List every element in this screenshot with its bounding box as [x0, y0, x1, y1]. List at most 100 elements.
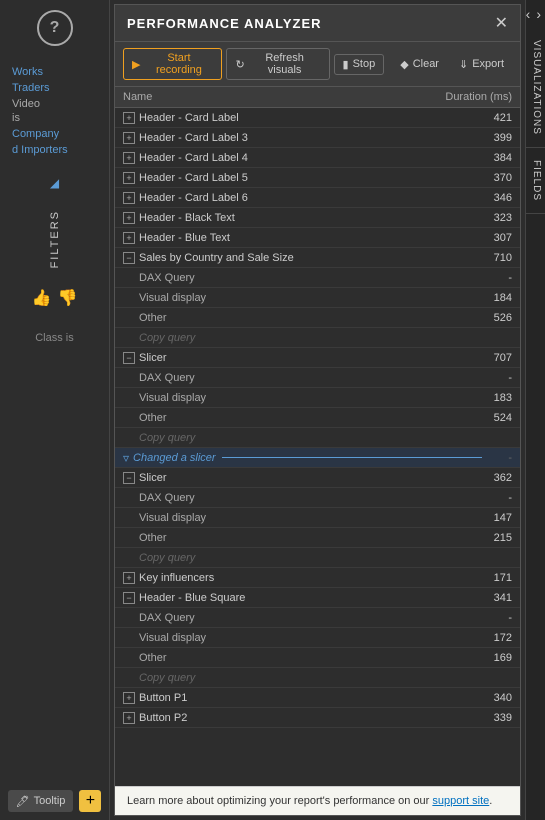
thumbs-up-icon[interactable]: 👍: [32, 288, 52, 308]
main-panel: Performance Analyzer ✕ ▶ Start recording…: [110, 0, 525, 820]
expand-icon[interactable]: +: [123, 212, 135, 224]
table-row[interactable]: − Sales by Country and Sale Size 710: [115, 248, 520, 268]
expand-icon[interactable]: −: [123, 592, 135, 604]
expand-icon[interactable]: +: [123, 232, 135, 244]
tab-fields[interactable]: FIELDS: [526, 148, 545, 214]
table-row[interactable]: + Header - Black Text 323: [115, 208, 520, 228]
thumbs-down-icon[interactable]: 👎: [58, 288, 78, 308]
stop-label: Stop: [353, 58, 376, 70]
sidebar-nav-company[interactable]: Company: [12, 128, 97, 140]
table-row[interactable]: + Header - Card Label 4 384: [115, 148, 520, 168]
expand-icon[interactable]: +: [123, 692, 135, 704]
sub-row[interactable]: Visual display 172: [115, 628, 520, 648]
row-name-text: Header - Blue Square: [139, 592, 245, 604]
table-row[interactable]: + Header - Blue Text 307: [115, 228, 520, 248]
row-name-text: Copy query: [123, 332, 195, 344]
stop-icon: ▮: [343, 58, 349, 71]
tooltip-button[interactable]: 🖊 Tooltip: [8, 790, 74, 812]
row-name-text: Header - Card Label 4: [139, 152, 248, 164]
sidebar-nav-traders[interactable]: Traders: [12, 82, 97, 94]
sub-row[interactable]: Copy query: [115, 668, 520, 688]
table-row[interactable]: + Button P1 340: [115, 688, 520, 708]
sub-row[interactable]: DAX Query -: [115, 268, 520, 288]
sub-row[interactable]: Other 526: [115, 308, 520, 328]
table-row[interactable]: + Header - Card Label 6 346: [115, 188, 520, 208]
table-row[interactable]: − Header - Blue Square 341: [115, 588, 520, 608]
expand-icon[interactable]: +: [123, 152, 135, 164]
expand-icon[interactable]: −: [123, 472, 135, 484]
row-name-container: DAX Query: [123, 272, 462, 284]
refresh-visuals-button[interactable]: ↻ Refresh visuals: [226, 48, 329, 80]
expand-icon[interactable]: +: [123, 192, 135, 204]
sub-row[interactable]: Copy query: [115, 328, 520, 348]
expand-icon[interactable]: +: [123, 132, 135, 144]
row-name-text: Copy query: [123, 672, 195, 684]
sidebar-nav-importers[interactable]: d Importers: [12, 144, 97, 156]
filters-label: FILTERS: [49, 210, 61, 268]
row-duration: 171: [462, 572, 512, 584]
row-name-container: Copy query: [123, 332, 462, 344]
row-name-text: Header - Card Label 6: [139, 192, 248, 204]
performance-table[interactable]: + Header - Card Label 421 + Header - Car…: [115, 108, 520, 786]
export-button[interactable]: ⇓ Export: [451, 55, 512, 74]
row-name-text: Header - Card Label 3: [139, 132, 248, 144]
sub-row[interactable]: Other 169: [115, 648, 520, 668]
start-recording-button[interactable]: ▶ Start recording: [123, 48, 222, 80]
row-name-text: Visual display: [123, 292, 206, 304]
sub-row[interactable]: Visual display 183: [115, 388, 520, 408]
sub-row[interactable]: DAX Query -: [115, 608, 520, 628]
close-button[interactable]: ✕: [495, 13, 508, 33]
row-duration: 172: [462, 632, 512, 644]
expand-icon[interactable]: −: [123, 252, 135, 264]
tooltip-icon: 🖊: [16, 795, 30, 808]
row-name-container: + Header - Card Label 3: [123, 132, 462, 144]
row-duration: 384: [462, 152, 512, 164]
expand-icon[interactable]: −: [123, 352, 135, 364]
help-icon[interactable]: ?: [37, 10, 73, 46]
footer-text: Learn more about optimizing your report'…: [127, 795, 429, 807]
row-name-container: Copy query: [123, 432, 462, 444]
sub-row[interactable]: Other 215: [115, 528, 520, 548]
nav-forward-arrow[interactable]: ›: [534, 4, 543, 24]
stop-button[interactable]: ▮ Stop: [334, 54, 385, 75]
row-name-text: Copy query: [123, 552, 195, 564]
sidebar-nav-works[interactable]: Works: [12, 66, 97, 78]
row-duration: 362: [462, 472, 512, 484]
sub-row[interactable]: Copy query: [115, 428, 520, 448]
expand-icon[interactable]: +: [123, 572, 135, 584]
sub-row[interactable]: DAX Query -: [115, 488, 520, 508]
table-row[interactable]: − Slicer 362: [115, 468, 520, 488]
row-name-container: − Header - Blue Square: [123, 592, 462, 604]
row-name-container: Other: [123, 412, 462, 424]
add-button[interactable]: +: [79, 790, 101, 812]
table-row[interactable]: + Header - Card Label 5 370: [115, 168, 520, 188]
nav-back-arrow[interactable]: ‹: [524, 4, 533, 24]
footer-suffix: .: [489, 795, 492, 807]
export-label: Export: [472, 58, 504, 70]
table-row[interactable]: + Button P2 339: [115, 708, 520, 728]
table-row[interactable]: + Header - Card Label 421: [115, 108, 520, 128]
sub-row[interactable]: DAX Query -: [115, 368, 520, 388]
row-name-container: Other: [123, 532, 462, 544]
tab-visualizations[interactable]: VISUALIZATIONS: [526, 28, 545, 148]
row-duration: 524: [462, 412, 512, 424]
sub-row[interactable]: Copy query: [115, 548, 520, 568]
row-name-text: DAX Query: [123, 492, 195, 504]
sub-row[interactable]: Other 524: [115, 408, 520, 428]
support-link[interactable]: support site: [432, 795, 489, 807]
row-name-text: DAX Query: [123, 272, 195, 284]
sub-row[interactable]: Visual display 184: [115, 288, 520, 308]
refresh-icon: ↻: [235, 58, 244, 71]
expand-icon[interactable]: +: [123, 712, 135, 724]
filter-funnel-icon[interactable]: ◢: [50, 176, 59, 190]
col-name-header: Name: [123, 91, 152, 103]
expand-icon[interactable]: +: [123, 112, 135, 124]
sub-row[interactable]: Visual display 147: [115, 508, 520, 528]
table-row[interactable]: − Slicer 707: [115, 348, 520, 368]
expand-icon[interactable]: +: [123, 172, 135, 184]
row-name-container: + Header - Black Text: [123, 212, 462, 224]
table-row[interactable]: + Key influencers 171: [115, 568, 520, 588]
clear-button[interactable]: ◆ Clear: [392, 55, 447, 74]
table-row[interactable]: + Header - Card Label 3 399: [115, 128, 520, 148]
row-name-text: Slicer: [139, 352, 167, 364]
